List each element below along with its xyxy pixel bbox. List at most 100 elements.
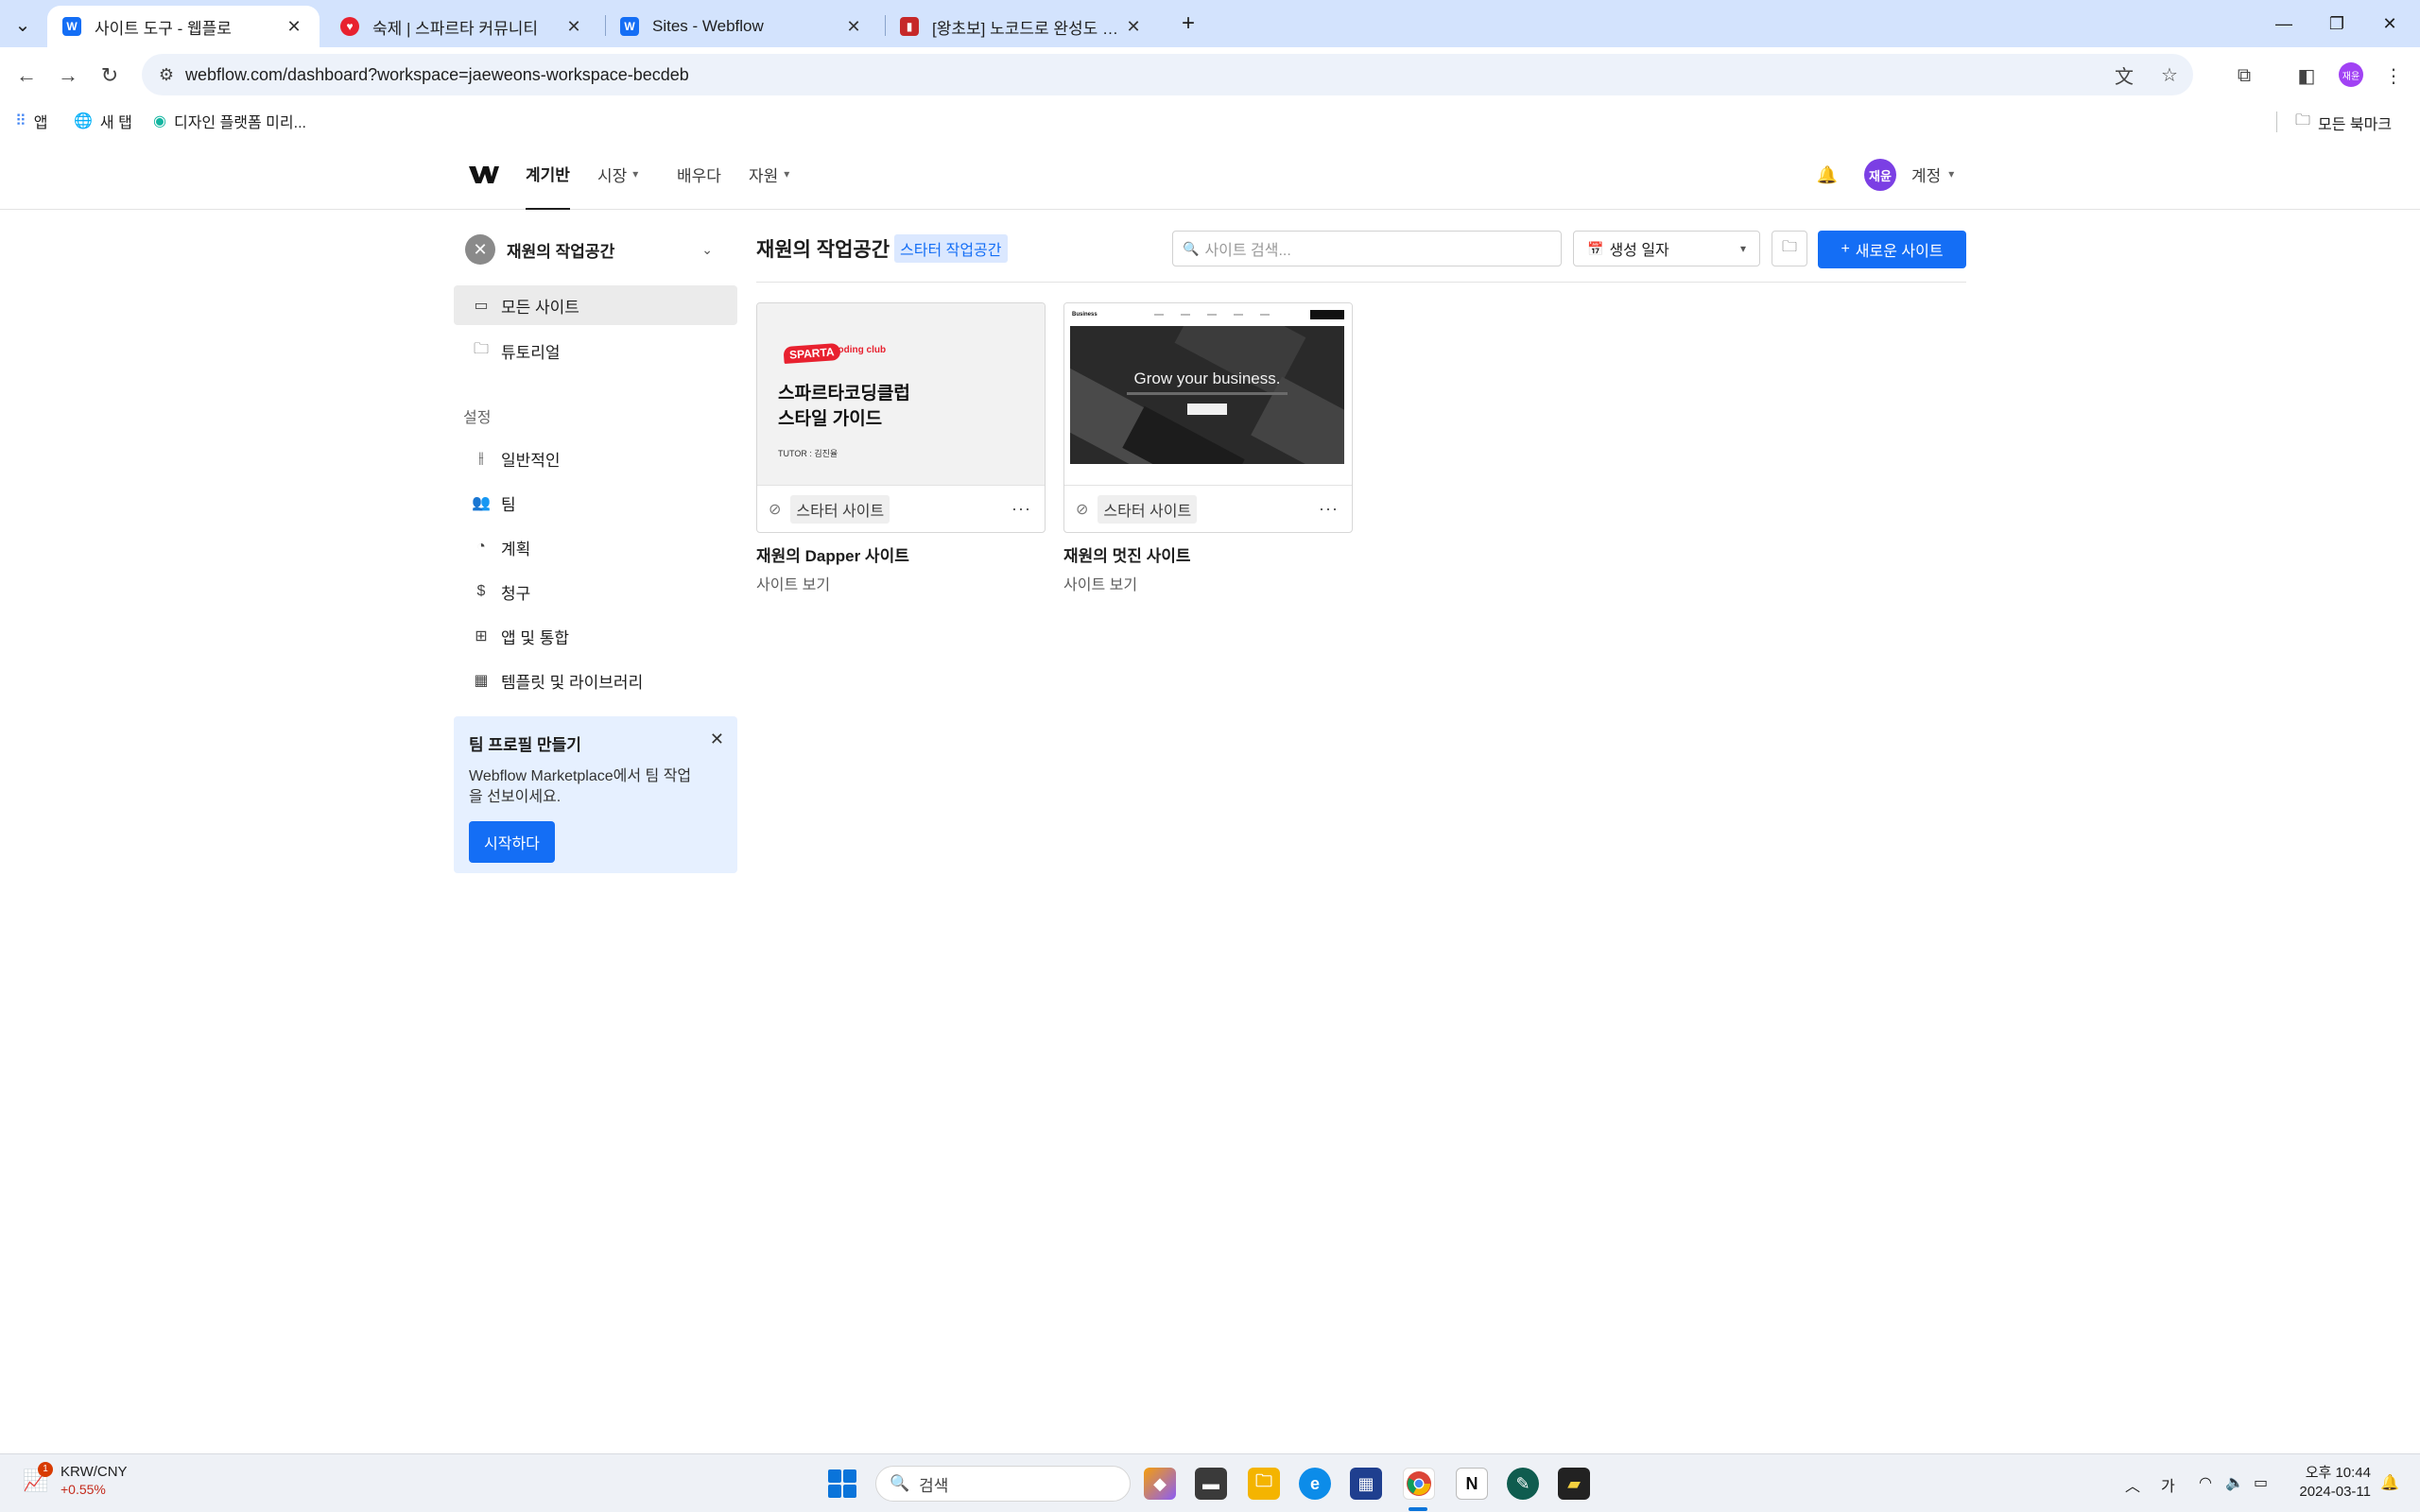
more-options-icon[interactable]: ··· [1319, 499, 1339, 519]
notification-bell-icon[interactable]: 🔔 [2380, 1473, 2399, 1492]
site-search-input[interactable]: 🔍 사이트 검색... [1172, 231, 1562, 266]
back-arrow-icon[interactable]: ← [11, 60, 42, 91]
nav-learn[interactable]: 배우다 [677, 138, 721, 210]
site-card-frame[interactable]: SPARTA coding club 스파르타코딩클럽 스타일 가이드 TUTO… [756, 302, 1046, 533]
site-thumbnail[interactable]: SPARTA coding club 스파르타코딩클럽 스타일 가이드 TUTO… [757, 303, 1045, 485]
bookmarks-bar: ⠿ 앱 🌐 새 탭 ◉ 디자인 플랫폼 미리... 🗀 모든 북마크 [0, 102, 2420, 138]
sidebar-item-team[interactable]: 👥 팀 [454, 483, 737, 523]
url-text[interactable]: webflow.com/dashboard?workspace=jaeweons… [185, 65, 689, 85]
chevron-down-icon: ▾ [1739, 242, 1746, 255]
terminal-app-icon[interactable]: ▬ [1195, 1468, 1227, 1500]
view-site-link[interactable]: 사이트 보기 [756, 572, 1046, 594]
chrome-menu-icon[interactable]: ⋮ [2378, 60, 2409, 91]
reload-icon[interactable]: ↻ [95, 60, 125, 91]
close-icon[interactable]: ✕ [1123, 16, 1144, 37]
volume-icon[interactable]: 🔈 [2225, 1473, 2244, 1492]
microsoft-store-icon[interactable]: ▦ [1350, 1468, 1382, 1500]
sidebar-item-all-sites[interactable]: ▭ 모든 사이트 [454, 285, 737, 325]
nav-market[interactable]: 시장 ▾ [597, 138, 638, 210]
close-icon[interactable]: ✕ [284, 16, 304, 37]
ime-indicator[interactable]: 가 [2161, 1473, 2175, 1496]
site-plan-tag[interactable]: 스타터 사이트 [790, 494, 890, 524]
bookmark-design-platform[interactable]: ◉ 디자인 플랫폼 미리... [153, 110, 306, 132]
system-clock[interactable]: 오후 10:44 2024-03-11 [2288, 1464, 2371, 1502]
minimize-icon[interactable]: — [2265, 9, 2303, 38]
bookmark-label: 앱 [33, 115, 48, 131]
bookmark-label: 새 탭 [99, 115, 132, 131]
sidebar-item-apps-integrations[interactable]: ⊞ 앱 및 통합 [454, 616, 737, 656]
new-site-label: 새로운 사이트 [1855, 244, 1944, 260]
webflow-logo-icon[interactable] [469, 164, 499, 185]
wifi-icon[interactable]: ◠ [2199, 1473, 2212, 1492]
tab-sites-webflow[interactable]: W Sites - Webflow ✕ [605, 6, 879, 47]
site-thumbnail[interactable]: Business Grow your business. [1064, 303, 1352, 485]
all-bookmarks[interactable]: 🗀 모든 북마크 [2295, 110, 2392, 135]
site-card-frame[interactable]: Business Grow your business. ⊘ 스타터 사이트 ·… [1063, 302, 1353, 533]
chrome-browser-icon[interactable] [1403, 1468, 1435, 1500]
account-menu[interactable]: 계정 ▾ [1911, 138, 1954, 210]
show-hidden-icons-chevron-icon[interactable]: ︿ [2125, 1473, 2140, 1496]
team-users-icon: 👥 [472, 495, 491, 511]
forward-arrow-icon[interactable]: → [53, 60, 83, 91]
weather-widget[interactable]: 📈 1 KRW/CNY +0.55% [21, 1461, 128, 1497]
windows-start-icon[interactable] [828, 1469, 856, 1498]
webflow-favicon-icon: W [62, 17, 81, 36]
battery-icon[interactable]: ▭ [2254, 1473, 2268, 1492]
sidebar-item-label: 일반적인 [501, 451, 561, 470]
side-panel-icon[interactable]: ◧ [2291, 60, 2322, 91]
bookmark-star-icon[interactable]: ☆ [2155, 60, 2184, 89]
site-name[interactable]: 재원의 Dapper 사이트 [756, 542, 1046, 566]
tab-title: Sites - Webflow [652, 17, 764, 35]
view-site-link[interactable]: 사이트 보기 [1063, 572, 1353, 594]
restore-icon[interactable]: ❐ [2318, 9, 2356, 38]
window-close-icon[interactable]: ✕ [2371, 9, 2409, 38]
bell-notification-icon[interactable]: 🔔 [1815, 163, 1840, 187]
more-options-icon[interactable]: ··· [1011, 499, 1031, 519]
address-bar[interactable]: ⚙ webflow.com/dashboard?workspace=jaeweo… [142, 54, 2193, 95]
site-plan-tag[interactable]: 스타터 사이트 [1098, 494, 1198, 524]
tab-webflow-tools[interactable]: W 사이트 도구 - 웹플로 ✕ [47, 6, 320, 47]
site-info-tune-icon[interactable]: ⚙ [147, 65, 185, 85]
new-tab-plus-icon[interactable]: + [1176, 10, 1201, 36]
bookmark-new-tab[interactable]: 🌐 새 탭 [74, 110, 132, 132]
get-started-button[interactable]: 시작하다 [469, 821, 555, 863]
sticky-notes-icon[interactable]: ▰ [1558, 1468, 1590, 1500]
sidebar-item-plans[interactable]: ◔ 계획 [454, 527, 737, 567]
edge-browser-icon[interactable]: e [1299, 1468, 1331, 1500]
sort-dropdown[interactable]: 📅 생성 일자 ▾ [1573, 231, 1760, 266]
sidebar-item-general[interactable]: ⫲ 일반적인 [454, 438, 737, 478]
folder-icon: 🗀 [2295, 112, 2311, 129]
plan-badge[interactable]: 스타터 작업공간 [894, 234, 1008, 263]
sidebar-item-label: 모든 사이트 [501, 298, 579, 317]
tab-nocode-course[interactable]: ▮ [왕초보] 노코드로 완성도 있는 ✕ [885, 6, 1159, 47]
feather-app-icon[interactable]: ✎ [1507, 1468, 1539, 1500]
translate-icon[interactable]: 文 [2110, 60, 2138, 89]
file-explorer-icon[interactable]: 🗀 [1248, 1468, 1280, 1500]
browser-profile-avatar[interactable]: 재윤 [2339, 62, 2363, 87]
all-bookmarks-label: 모든 북마크 [2318, 116, 2393, 133]
notion-app-icon[interactable]: N [1456, 1468, 1488, 1500]
new-folder-button[interactable]: 🗀 [1772, 231, 1807, 266]
thumb-hero-subtitle [1127, 392, 1288, 395]
close-icon[interactable]: ✕ [843, 16, 864, 37]
bookmark-apps[interactable]: ⠿ 앱 [15, 110, 47, 132]
windows-taskbar: 📈 1 KRW/CNY +0.55% 🔍 검색 ◆ ▬ 🗀 e ▦ N ✎ ▰ … [0, 1453, 2420, 1512]
nav-dashboard[interactable]: 계기반 [526, 138, 570, 210]
copilot-app-icon[interactable]: ◆ [1144, 1468, 1176, 1500]
sidebar-item-templates-libraries[interactable]: ▦ 템플릿 및 라이브러리 [454, 661, 737, 700]
taskbar-search-label: 검색 [919, 1476, 949, 1495]
nav-resources[interactable]: 자원 ▾ [749, 138, 789, 210]
tab-sparta-community[interactable]: ♥ 숙제 | 스파르타 커뮤니티 ✕ [325, 6, 599, 47]
tab-search-chevron-icon[interactable]: ⌄ [9, 11, 36, 38]
site-name[interactable]: 재원의 멋진 사이트 [1063, 542, 1353, 566]
user-avatar[interactable]: 재윤 [1864, 159, 1896, 191]
workspace-switcher[interactable]: ✕ 재원의 작업공간 ⌄ [465, 234, 726, 265]
thumb-hero-button [1187, 404, 1227, 415]
taskbar-search[interactable]: 🔍 검색 [875, 1466, 1131, 1502]
close-icon[interactable]: ✕ [710, 730, 724, 749]
sidebar-item-tutorials[interactable]: 🗀 튜토리얼 [454, 331, 737, 370]
new-site-button[interactable]: + 새로운 사이트 [1818, 231, 1966, 268]
extensions-puzzle-icon[interactable]: ⧉ [2229, 60, 2259, 91]
sidebar-item-billing[interactable]: $ 청구 [454, 572, 737, 611]
close-icon[interactable]: ✕ [563, 16, 584, 37]
